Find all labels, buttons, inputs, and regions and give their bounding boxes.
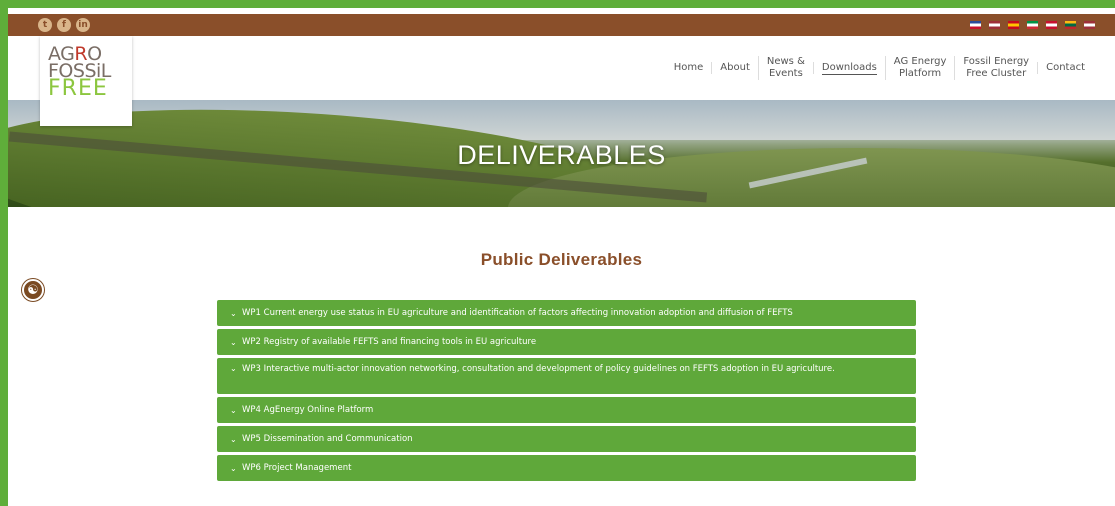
chevron-down-icon: ⌄ — [230, 308, 237, 318]
nav-home[interactable]: Home — [666, 62, 712, 74]
nav-ag-energy-platform[interactable]: AG Energy Platform — [884, 56, 955, 80]
hero-banner: DELIVERABLES — [8, 100, 1115, 207]
accordion-item-wp4[interactable]: ⌄ WP4 AgEnergy Online Platform — [217, 397, 916, 423]
accordion-item-wp3[interactable]: ⌄ WP3 Interactive multi-actor innovation… — [217, 358, 916, 394]
logo-line-3: FREE — [48, 76, 108, 101]
accordion-item-wp5[interactable]: ⌄ WP5 Dissemination and Communication — [217, 426, 916, 452]
chevron-down-icon: ⌄ — [230, 405, 237, 415]
flag-latvia-icon[interactable] — [989, 21, 1000, 29]
accordion-item-wp6[interactable]: ⌄ WP6 Project Management — [217, 455, 916, 481]
agrofossilfree-logo[interactable]: AGRO FOSSiL FREE — [40, 36, 132, 126]
main-nav: Home About News & Events Downloads AG Ene… — [666, 56, 1093, 80]
nav-news-events[interactable]: News & Events — [757, 56, 813, 80]
nav-contact[interactable]: Contact — [1037, 62, 1093, 74]
facebook-icon[interactable]: f — [57, 18, 71, 32]
language-flags — [970, 21, 1095, 29]
site-header: AGRO FOSSiL FREE Home About News & Events… — [8, 36, 1115, 126]
flag-uk-icon[interactable] — [970, 21, 981, 29]
nav-downloads[interactable]: Downloads — [812, 62, 885, 75]
nav-fossil-energy-free-cluster[interactable]: Fossil Energy Free Cluster — [954, 56, 1037, 80]
deliverables-accordion: ⌄ WP1 Current energy use status in EU ag… — [217, 300, 916, 484]
page: t f in AGRO FOSSiL FREE Home About News … — [8, 8, 1115, 506]
page-title: DELIVERABLES — [457, 140, 666, 170]
chevron-down-icon: ⌄ — [230, 463, 237, 473]
flag-denmark-icon[interactable] — [1046, 21, 1057, 29]
flag-latvia2-icon[interactable] — [1084, 21, 1095, 29]
twitter-icon[interactable]: t — [38, 18, 52, 32]
social-links: t f in — [38, 18, 90, 32]
chevron-down-icon: ⌄ — [230, 364, 237, 373]
chevron-down-icon: ⌄ — [230, 434, 237, 444]
accordion-item-wp2[interactable]: ⌄ WP2 Registry of available FEFTS and fi… — [217, 329, 916, 355]
accessibility-icon[interactable]: ☯ — [22, 279, 44, 301]
nav-about[interactable]: About — [711, 62, 758, 74]
flag-lithuania-icon[interactable] — [1065, 21, 1076, 29]
section-title: Public Deliverables — [480, 250, 643, 269]
flag-spain-icon[interactable] — [1008, 21, 1019, 29]
flag-italy-icon[interactable] — [1027, 21, 1038, 29]
accordion-item-wp1[interactable]: ⌄ WP1 Current energy use status in EU ag… — [217, 300, 916, 326]
top-bar: t f in — [8, 14, 1115, 36]
linkedin-icon[interactable]: in — [76, 18, 90, 32]
chevron-down-icon: ⌄ — [230, 337, 237, 347]
